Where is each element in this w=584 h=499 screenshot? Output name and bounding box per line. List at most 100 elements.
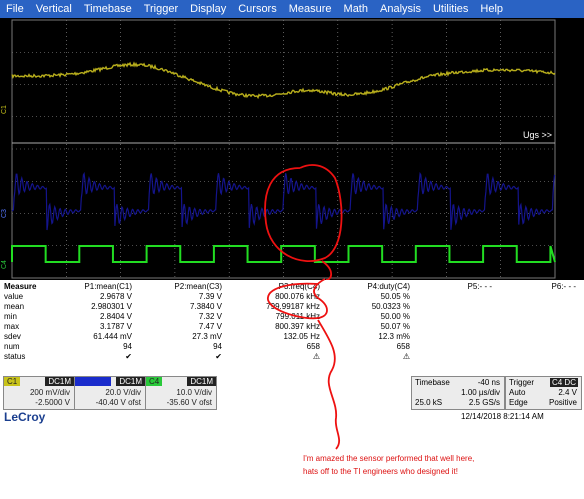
channel-marker: C1	[1, 105, 8, 114]
coupling-c3: DC1M	[116, 377, 145, 386]
measure-cell	[494, 302, 578, 312]
measure-row-label: status	[4, 352, 26, 361]
measure-cell	[494, 352, 578, 362]
measure-cell	[412, 332, 494, 342]
measure-cell: ⚠	[312, 352, 320, 361]
param-header[interactable]: P3:freq(C4)	[224, 282, 322, 292]
measure-cell: 658	[306, 342, 320, 351]
measure-row-label: max	[4, 322, 20, 331]
param-header[interactable]: P6:- - -	[494, 282, 578, 292]
measure-row: max 3.1787 V 7.47 V 800.397 kHz 50.07 %	[0, 322, 578, 332]
channel-tab-c3	[75, 377, 111, 386]
timebase-label: Timebase	[415, 378, 450, 387]
measure-cell: 27.3 mV	[192, 332, 222, 341]
measure-cell: 50.00 %	[380, 312, 410, 321]
menu-math[interactable]: Math	[338, 3, 374, 15]
param-header[interactable]: P4:duty(C4)	[322, 282, 412, 292]
measure-cell: 799.99187 kHz	[266, 302, 320, 311]
measure-row-label: num	[4, 342, 20, 351]
param-header[interactable]: P2:mean(C3)	[134, 282, 224, 292]
measure-cell: 800.076 kHz	[275, 292, 320, 301]
measure-cell	[412, 312, 494, 322]
menu-measure[interactable]: Measure	[283, 3, 338, 15]
measure-cell: 7.47 V	[198, 322, 222, 331]
offset-c4: -35.60 V ofst	[166, 398, 212, 407]
menu-bar: File Vertical Timebase Trigger Display Cursor…	[0, 0, 584, 18]
measure-title: Measure	[4, 282, 37, 291]
measure-cell	[412, 342, 494, 352]
measure-cell: 50.07 %	[380, 322, 410, 331]
measure-cell: 132.05 Hz	[283, 332, 320, 341]
measure-row: sdev 61.444 mV 27.3 mV 132.05 Hz 12.3 m%	[0, 332, 578, 342]
measure-cell: 2.980301 V	[91, 302, 132, 311]
menu-cursors[interactable]: Cursors	[232, 3, 283, 15]
measure-cell: 61.444 mV	[93, 332, 132, 341]
measure-cell: ✔	[125, 352, 132, 361]
measure-row: num 94 94 658 658	[0, 342, 578, 352]
trigger-mode: Auto	[509, 388, 526, 397]
measure-cell: 12.3 m%	[378, 332, 410, 341]
measure-cell: 7.32 V	[198, 312, 222, 321]
trigger-slope: Positive	[548, 398, 577, 407]
measure-row: value 2.9678 V 7.39 V 800.076 kHz 50.05 %	[0, 292, 578, 302]
menu-utilities[interactable]: Utilities	[427, 3, 474, 15]
measure-cell	[494, 292, 578, 302]
param-header[interactable]: P5:- - -	[412, 282, 494, 292]
measure-cell: 7.39 V	[198, 292, 222, 301]
annotation-note: I'm amazed the sensor performed that wel…	[303, 452, 474, 478]
offset-c3: -40.40 V ofst	[95, 398, 141, 407]
trace-c3	[11, 171, 556, 231]
timebase-rate: 2.5 GS/s	[468, 398, 500, 407]
measure-cell	[494, 332, 578, 342]
measure-cell: 2.9678 V	[99, 292, 132, 301]
measure-cell	[412, 292, 494, 302]
measure-cell: 2.8404 V	[99, 312, 132, 321]
menu-analysis[interactable]: Analysis	[374, 3, 427, 15]
channel-box-c3[interactable]: DC1M 20.0 V/div -40.40 V ofst	[74, 376, 146, 410]
measure-cell	[494, 342, 578, 352]
menu-trigger[interactable]: Trigger	[138, 3, 184, 15]
channel-box-c4[interactable]: C4 DC1M 10.0 V/div -35.60 V ofst	[145, 376, 217, 410]
trigger-label: Trigger	[509, 378, 535, 387]
menu-display[interactable]: Display	[184, 3, 232, 15]
channel-tab-c4: C4	[146, 377, 163, 386]
param-header[interactable]: P1:mean(C1)	[64, 282, 134, 292]
measure-cell: 7.3840 V	[189, 302, 222, 311]
measure-cell: 799.011 kHz	[275, 312, 320, 321]
measure-row-label: value	[4, 292, 24, 301]
measure-row: mean 2.980301 V 7.3840 V 799.99187 kHz 50.03…	[0, 302, 578, 312]
waveform-grid: C1 C3 C4 Ugs >>	[1, 19, 556, 280]
trigger-box[interactable]: Trigger C4 DC Auto 2.4 V Edge Positive	[505, 376, 582, 410]
brand-logo: LeCroy	[4, 410, 46, 424]
measure-row-label: min	[4, 312, 17, 321]
menu-vertical[interactable]: Vertical	[30, 3, 78, 15]
trigger-type: Edge	[509, 398, 528, 407]
annotation-line-2: hats off to the TI engineers who designe…	[303, 467, 458, 476]
menu-help[interactable]: Help	[474, 3, 509, 15]
measure-cell	[412, 322, 494, 332]
measure-cell: 3.1787 V	[99, 322, 132, 331]
trace-label: Ugs >>	[523, 130, 552, 140]
timebase-box[interactable]: Timebase -40 ns 1.00 µs/div 25.0 kS 2.5 …	[411, 376, 505, 410]
measure-cell: ⚠	[402, 352, 410, 361]
scale-c3: 20.0 V/div	[105, 388, 141, 397]
scope-display[interactable]: C1 C3 C4 Ugs >>	[0, 18, 584, 280]
measure-row-label: mean	[4, 302, 25, 311]
measure-cell	[412, 352, 494, 362]
timebase-div: 1.00 µs/div	[461, 388, 500, 397]
measure-table: Measure P1:mean(C1) P2:mean(C3) P3:freq(C4)…	[0, 280, 584, 372]
timestamp: 12/14/2018 8:21:14 AM	[461, 412, 544, 421]
measure-cell	[412, 302, 494, 312]
channel-marker: C4	[1, 260, 8, 269]
timebase-samples: 25.0 kS	[415, 398, 443, 407]
coupling-c1: DC1M	[45, 377, 74, 386]
measure-cell: 658	[396, 342, 410, 351]
measure-cell	[494, 322, 578, 332]
scale-c4: 10.0 V/div	[176, 388, 212, 397]
menu-timebase[interactable]: Timebase	[78, 3, 138, 15]
annotation-tail	[321, 260, 333, 280]
annotation-line-1: I'm amazed the sensor performed that wel…	[303, 454, 475, 463]
channel-box-c1[interactable]: C1 DC1M 200 mV/div -2.5000 V	[3, 376, 75, 410]
menu-file[interactable]: File	[0, 3, 30, 15]
measure-cell: 50.0323 %	[371, 302, 410, 311]
